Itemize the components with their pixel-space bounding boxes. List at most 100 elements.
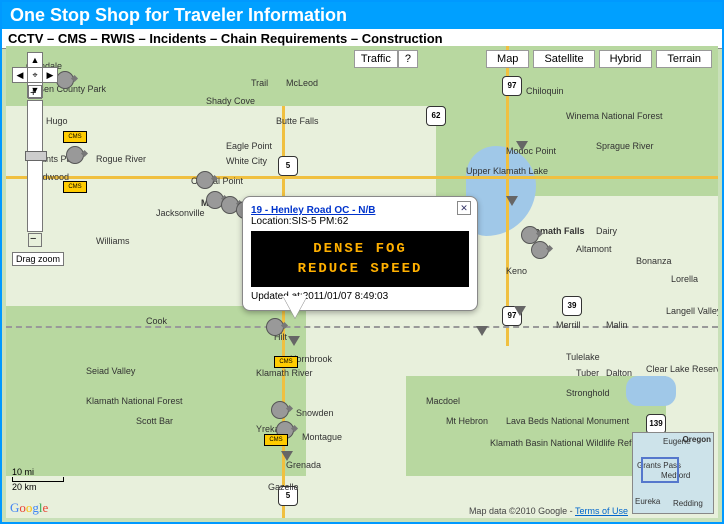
pan-up-button[interactable]: ▲ <box>27 52 43 68</box>
city-label: Sprague River <box>596 141 654 151</box>
google-logo: Google <box>10 500 48 516</box>
mini-city: Eureka <box>635 497 660 506</box>
maptype-map[interactable]: Map <box>486 50 529 68</box>
zoom-out-icon[interactable]: − <box>30 232 36 246</box>
map-type-bar: Map Satellite Hybrid Terrain <box>486 50 712 68</box>
pan-center-button[interactable]: ⌖ <box>27 67 43 83</box>
scale-km: 20 km <box>12 482 64 492</box>
city-label: Snowden <box>296 408 334 418</box>
drag-zoom-button[interactable]: Drag zoom <box>12 252 64 266</box>
shield-or62: 62 <box>426 106 446 126</box>
overview-map[interactable]: Oregon Eugene Grants Pass Medford Eureka… <box>632 432 714 514</box>
traffic-button[interactable]: Traffic <box>354 50 398 68</box>
scale-control: 10 mi 20 km <box>12 467 64 492</box>
info-tail <box>283 296 307 330</box>
city-label: Jacksonville <box>156 208 205 218</box>
city-label: Chiloquin <box>526 86 564 96</box>
zoom-in-icon[interactable]: + <box>30 86 36 100</box>
pin-marker[interactable] <box>288 336 300 352</box>
pin-marker[interactable] <box>506 196 518 212</box>
city-label: Scott Bar <box>136 416 173 426</box>
city-label: Rogue River <box>96 154 146 164</box>
city-label: Tuber <box>576 368 599 378</box>
city-label: Dalton <box>606 368 632 378</box>
pan-zoom-control: ▲ ◀ ▶ ▼ ⌖ + − Drag zoom <box>12 52 64 266</box>
forest <box>6 306 306 476</box>
city-label: Winema National Forest <box>566 111 663 121</box>
city-label: Tulelake <box>566 352 600 362</box>
city-label: Modoc Point <box>506 146 556 156</box>
terms-link[interactable]: Terms of Use <box>575 506 628 516</box>
shield-or139: 139 <box>646 414 666 434</box>
city-label: Merrill <box>556 320 581 330</box>
close-icon[interactable]: ✕ <box>457 201 471 215</box>
info-location: Location:SIS-5 PM:62 <box>251 216 348 227</box>
zoom-thumb[interactable] <box>25 151 47 161</box>
city-label: Montague <box>302 432 342 442</box>
camera-marker[interactable] <box>531 241 549 259</box>
shield-or39: 39 <box>562 296 582 316</box>
map-attribution: Map data ©2010 Google - Terms of Use <box>469 506 628 516</box>
camera-marker[interactable] <box>266 318 284 336</box>
camera-marker[interactable] <box>196 171 214 189</box>
pan-left-button[interactable]: ◀ <box>12 67 28 83</box>
traffic-help-button[interactable]: ? <box>398 50 418 68</box>
maptype-satellite[interactable]: Satellite <box>533 50 594 68</box>
scale-mi: 10 mi <box>12 467 64 477</box>
city-label: Lorella <box>671 274 698 284</box>
city-label: Shady Cove <box>206 96 255 106</box>
city-label: Upper Klamath Lake <box>466 166 548 176</box>
cms-marker[interactable]: CMS <box>264 434 288 446</box>
city-label: Keno <box>506 266 527 276</box>
city-label: Stronghold <box>566 388 610 398</box>
zoom-slider[interactable]: + − <box>27 100 43 232</box>
city-label: Dairy <box>596 226 617 236</box>
camera-marker[interactable] <box>66 146 84 164</box>
city-label: Eagle Point <box>226 141 272 151</box>
pin-marker[interactable] <box>476 326 488 342</box>
city-label: Cook <box>146 316 167 326</box>
city-label: Macdoel <box>426 396 460 406</box>
pin-marker[interactable] <box>281 451 293 467</box>
city-label: Clear Lake Reservoir <box>646 364 718 374</box>
city-label: Malin <box>606 320 628 330</box>
pan-right-button[interactable]: ▶ <box>42 67 58 83</box>
mini-city: Redding <box>673 499 703 508</box>
shield-us97: 97 <box>502 76 522 96</box>
city-label: Klamath National Forest <box>86 396 183 406</box>
city-label: Klamath Basin National Wildlife Refuge <box>490 438 647 448</box>
city-label: Mt Hebron <box>446 416 488 426</box>
pin-marker[interactable] <box>514 306 526 322</box>
maptype-terrain[interactable]: Terrain <box>656 50 712 68</box>
cms-marker[interactable]: CMS <box>274 356 298 368</box>
pin-marker[interactable] <box>516 141 528 157</box>
map-canvas[interactable]: 5 5 97 97 62 39 139 Rogue River Shady Co… <box>6 46 718 518</box>
road-main-ew <box>6 176 718 179</box>
camera-marker[interactable] <box>271 401 289 419</box>
city-label: Seiad Valley <box>86 366 135 376</box>
city-label: Trail <box>251 78 268 88</box>
overview-rect[interactable] <box>641 457 679 483</box>
city-label: Williams <box>96 236 130 246</box>
city-label: McLeod <box>286 78 318 88</box>
title-bar: One Stop Shop for Traveler Information <box>2 2 722 29</box>
city-label: Altamont <box>576 244 612 254</box>
lake-clear <box>626 376 676 406</box>
cms-line2: REDUCE SPEED <box>255 261 465 277</box>
city-label: Langell Valley <box>666 306 718 316</box>
city-label: White City <box>226 156 267 166</box>
traffic-controls: Traffic ? <box>354 50 418 68</box>
info-link[interactable]: 19 - Henley Road OC - N/B <box>251 205 375 216</box>
info-updated: Updated at:2011/01/07 8:49:03 <box>251 291 388 302</box>
city-label: Bonanza <box>636 256 672 266</box>
cms-marker[interactable]: CMS <box>63 181 87 193</box>
city-label: Lava Beds National Monument <box>506 416 629 426</box>
cms-line1: DENSE FOG <box>255 241 465 257</box>
cms-marker[interactable]: CMS <box>63 131 87 143</box>
maptype-hybrid[interactable]: Hybrid <box>599 50 653 68</box>
city-label: Gazelle <box>268 482 299 492</box>
mini-city: Eugene <box>663 437 691 446</box>
info-window: ✕ 19 - Henley Road OC - N/B Location:SIS… <box>242 196 478 311</box>
city-label: Butte Falls <box>276 116 319 126</box>
city-label: Klamath River <box>256 368 313 378</box>
